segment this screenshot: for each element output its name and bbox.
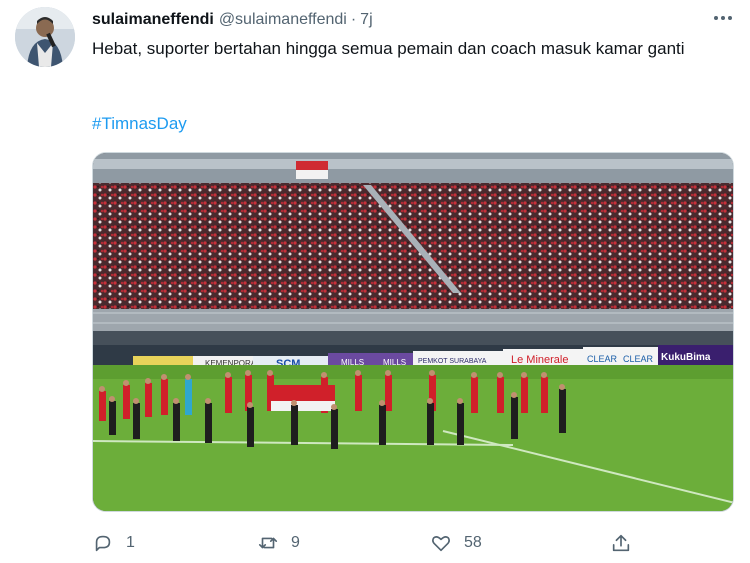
like-button[interactable]: 58 bbox=[430, 530, 482, 556]
ad-board-leminerale: Le Minerale bbox=[511, 354, 568, 366]
avatar[interactable] bbox=[15, 7, 75, 67]
reply-icon bbox=[95, 535, 111, 552]
author-name[interactable]: sulaimaneffendi bbox=[92, 11, 214, 29]
tweet-text: Hebat, suporter bertahan hingga semua pe… bbox=[92, 39, 685, 58]
retweet-button[interactable]: 9 bbox=[257, 530, 300, 556]
tweet-time[interactable]: 7j bbox=[360, 11, 372, 29]
share-button[interactable] bbox=[610, 530, 632, 556]
tweet-header: sulaimaneffendi @sulaimaneffendi · 7j bbox=[92, 8, 373, 32]
share-icon bbox=[612, 534, 630, 552]
separator-dot: · bbox=[350, 11, 357, 28]
more-options-icon[interactable] bbox=[708, 8, 738, 28]
retweet-count: 9 bbox=[291, 534, 300, 551]
reply-button[interactable]: 1 bbox=[92, 530, 135, 556]
ad-board-kukubima: KukuBima bbox=[661, 352, 711, 363]
author-handle[interactable]: @sulaimaneffendi bbox=[219, 11, 347, 29]
tweet-media-image[interactable]: KEMENPORA SCM MILLS MILLS PEMKOT SURABAY… bbox=[92, 152, 734, 512]
tweet-actions: 1 9 58 bbox=[92, 530, 652, 556]
ad-board-clear-1: CLEAR bbox=[587, 354, 618, 364]
retweet-icon bbox=[258, 537, 278, 549]
ad-board-pemkot: PEMKOT SURABAYA bbox=[418, 358, 487, 365]
reply-count: 1 bbox=[126, 534, 135, 551]
hashtag-link[interactable]: #TimnasDay bbox=[92, 111, 187, 137]
ad-board-clear-2: CLEAR bbox=[623, 354, 654, 364]
heart-icon bbox=[432, 536, 450, 552]
like-count: 58 bbox=[464, 534, 482, 551]
